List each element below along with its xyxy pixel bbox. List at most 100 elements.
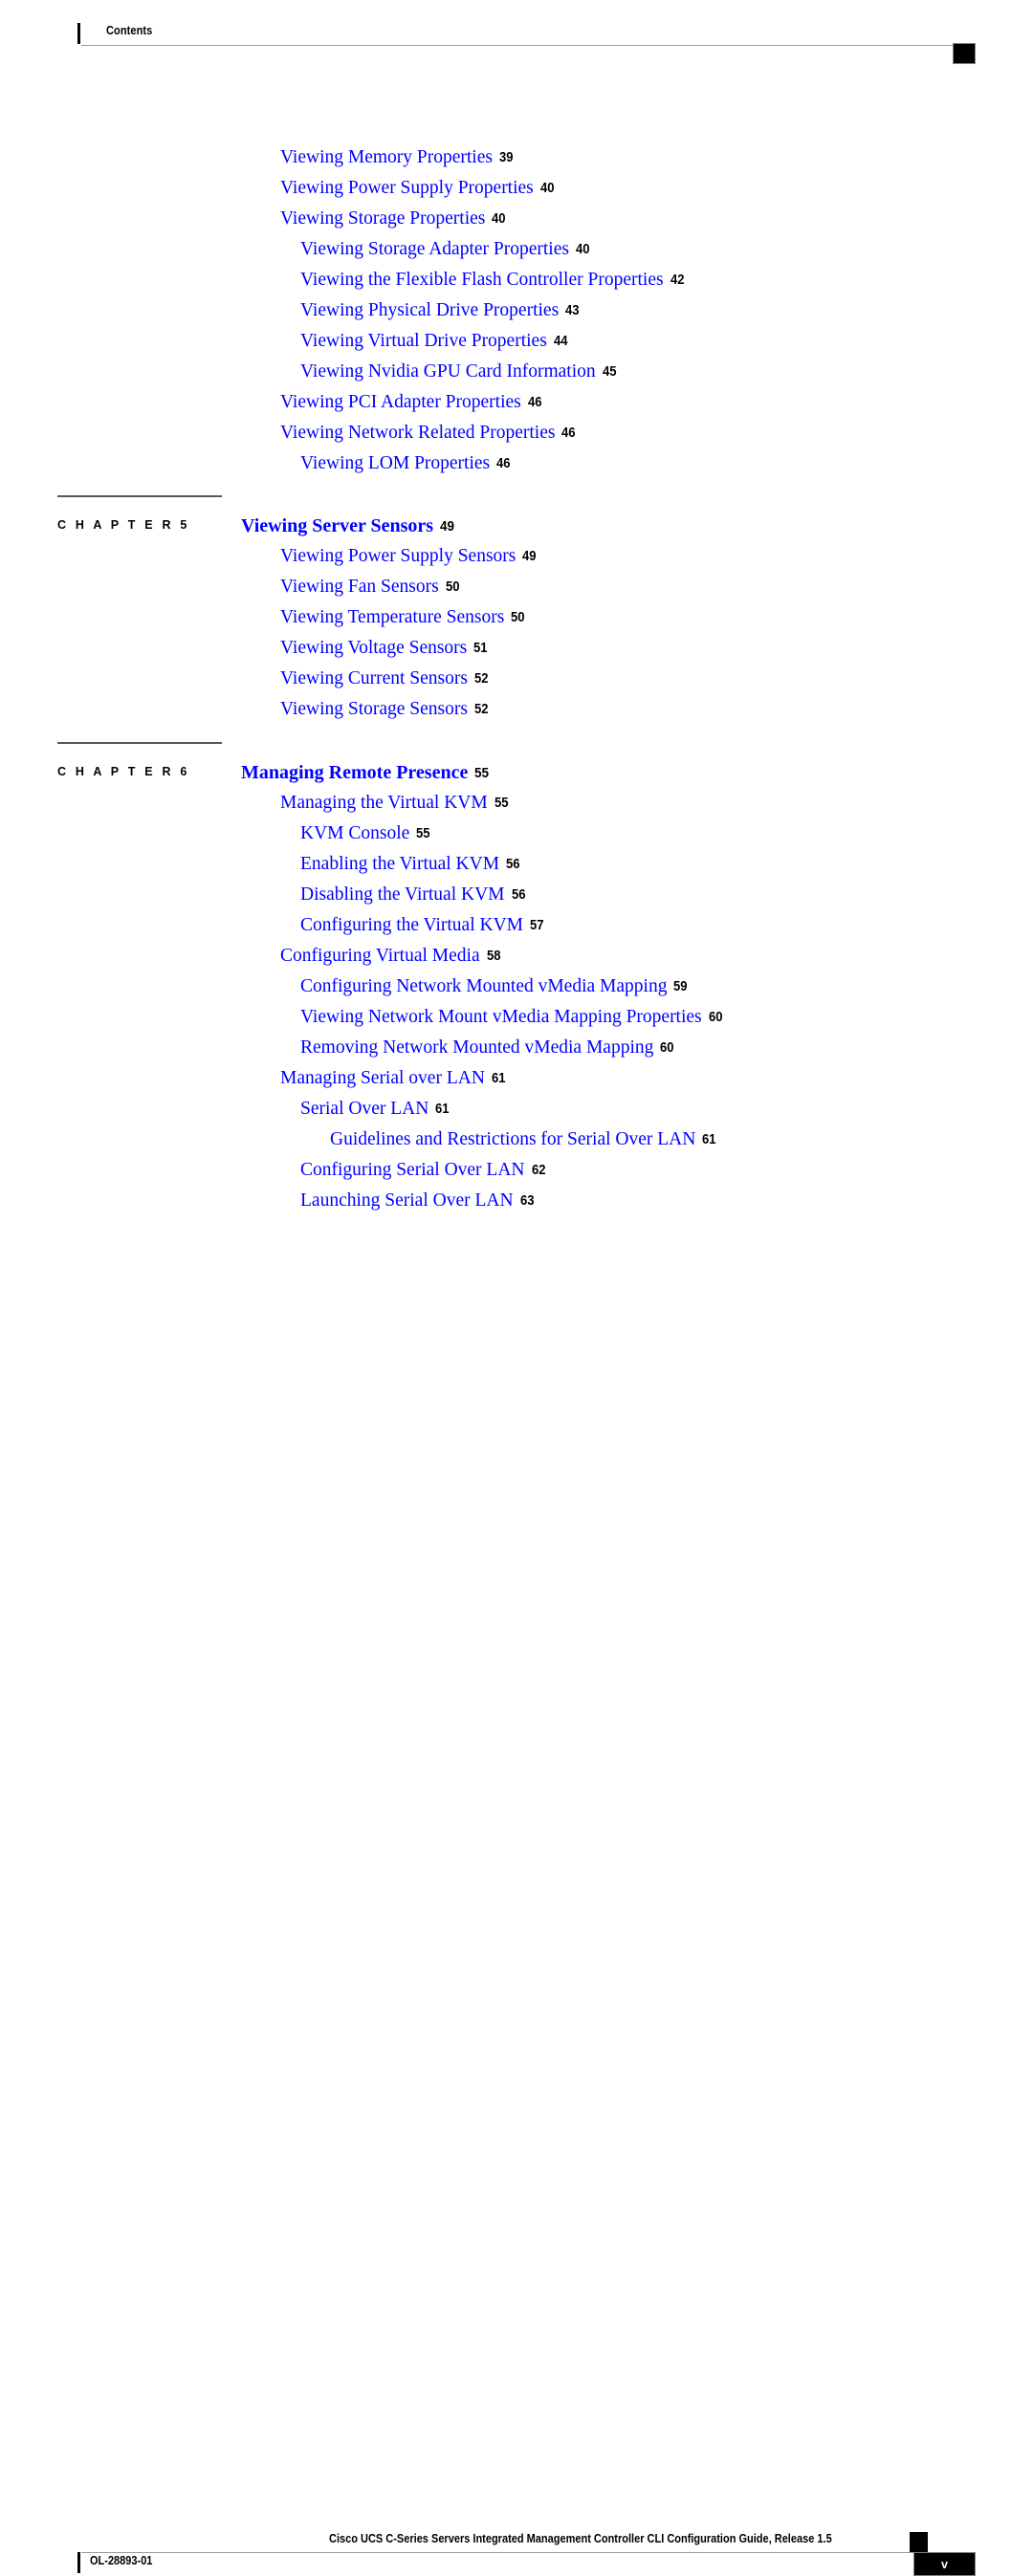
header-thumb-tab-marker <box>953 43 976 64</box>
toc-entry-label[interactable]: Viewing Temperature Sensors <box>280 607 504 627</box>
footer-tick-mark <box>77 2552 80 2573</box>
toc-entry-page-number: 46 <box>561 426 576 441</box>
chapter-page-number: 55 <box>474 765 490 781</box>
toc-entry-label[interactable]: Viewing Power Supply Properties <box>280 178 534 198</box>
chapter-toc-entry[interactable]: Viewing Server Sensors 49 <box>241 515 456 537</box>
footer-thumb-tab-marker <box>910 2532 928 2552</box>
toc-entry-page-number: 60 <box>660 1040 674 1056</box>
toc-entry[interactable]: Configuring Serial Over LAN 62 <box>300 1160 547 1181</box>
toc-entry[interactable]: Guidelines and Restrictions for Serial O… <box>330 1129 717 1150</box>
toc-entry[interactable]: KVM Console 55 <box>300 823 431 844</box>
toc-entry[interactable]: Launching Serial Over LAN 63 <box>300 1190 536 1212</box>
toc-entry-page-number: 49 <box>522 549 537 564</box>
footer-page-number: v <box>913 2552 976 2576</box>
toc-entry-label[interactable]: Viewing Nvidia GPU Card Information <box>300 361 596 382</box>
toc-entry-label[interactable]: Viewing Storage Properties <box>280 208 485 229</box>
toc-entry-label[interactable]: Viewing Storage Sensors <box>280 699 468 719</box>
toc-entry[interactable]: Enabling the Virtual KVM 56 <box>300 854 521 875</box>
chapter-page-number: 49 <box>440 518 455 535</box>
toc-entry[interactable]: Viewing PCI Adapter Properties 46 <box>280 392 543 413</box>
footer-divider-rule <box>81 2552 923 2553</box>
toc-entry-label[interactable]: Viewing Voltage Sensors <box>280 638 467 658</box>
toc-entry-page-number: 40 <box>539 181 555 196</box>
toc-entry[interactable]: Viewing Voltage Sensors 51 <box>280 638 489 659</box>
toc-entry[interactable]: Viewing LOM Properties 46 <box>300 453 512 474</box>
toc-entry-label[interactable]: Removing Network Mounted vMedia Mapping <box>300 1037 653 1058</box>
toc-entry[interactable]: Viewing Power Supply Sensors 49 <box>280 546 538 567</box>
toc-entry[interactable]: Viewing Physical Drive Properties 43 <box>300 300 581 321</box>
toc-entry[interactable]: Viewing Storage Properties 40 <box>280 208 508 229</box>
toc-entry[interactable]: Viewing Storage Sensors 52 <box>280 699 490 720</box>
page-header: Contents <box>0 0 1033 64</box>
toc-entry-page-number: 56 <box>506 857 520 872</box>
toc-entry[interactable]: Viewing Network Related Properties 46 <box>280 423 578 444</box>
toc-entry[interactable]: Viewing Network Mount vMedia Mapping Pro… <box>300 1007 724 1028</box>
toc-entry[interactable]: Viewing the Flexible Flash Controller Pr… <box>300 270 686 291</box>
toc-entry-label[interactable]: Viewing Fan Sensors <box>280 577 439 597</box>
toc-entry-label[interactable]: Viewing Power Supply Sensors <box>280 546 516 566</box>
toc-entry[interactable]: Disabling the Virtual KVM 56 <box>300 884 527 906</box>
toc-entry-label[interactable]: Viewing Network Mount vMedia Mapping Pro… <box>300 1007 702 1027</box>
toc-entry-label[interactable]: Enabling the Virtual KVM <box>300 854 499 874</box>
toc-entry-page-number: 42 <box>670 273 685 288</box>
toc-entry-page-number: 40 <box>575 242 590 257</box>
toc-entry[interactable]: Serial Over LAN 61 <box>300 1099 451 1120</box>
toc-entry[interactable]: Removing Network Mounted vMedia Mapping 6… <box>300 1037 676 1059</box>
toc-entry[interactable]: Managing the Virtual KVM 55 <box>280 793 510 814</box>
toc-entry[interactable]: Viewing Nvidia GPU Card Information 45 <box>300 361 618 382</box>
toc-entry[interactable]: Configuring Virtual Media 58 <box>280 946 502 967</box>
toc-entry-page-number: 46 <box>496 456 511 471</box>
toc-entry[interactable]: Viewing Power Supply Properties 40 <box>280 178 556 199</box>
toc-entry-label[interactable]: Configuring the Virtual KVM <box>300 915 523 935</box>
chapter-title-label[interactable]: Managing Remote Presence <box>241 762 468 783</box>
toc-entry[interactable]: Configuring the Virtual KVM 57 <box>300 915 545 936</box>
toc-entry[interactable]: Viewing Storage Adapter Properties 40 <box>300 239 591 260</box>
toc-entry[interactable]: Managing Serial over LAN 61 <box>280 1068 507 1089</box>
toc-entry-label[interactable]: Viewing Storage Adapter Properties <box>300 239 569 259</box>
toc-entry-label[interactable]: Viewing Physical Drive Properties <box>300 300 559 320</box>
toc-entry-label[interactable]: Configuring Virtual Media <box>280 946 480 966</box>
toc-entry-page-number: 52 <box>473 671 489 687</box>
toc-entry[interactable]: Viewing Fan Sensors 50 <box>280 577 461 598</box>
header-tick-mark <box>77 23 80 44</box>
toc-entry-label[interactable]: Serial Over LAN <box>300 1099 429 1119</box>
toc-entry-label[interactable]: Viewing the Flexible Flash Controller Pr… <box>300 270 664 290</box>
toc-entry-page-number: 50 <box>511 610 525 625</box>
toc-entry-label[interactable]: Guidelines and Restrictions for Serial O… <box>330 1129 695 1149</box>
toc-entry-page-number: 61 <box>702 1132 716 1147</box>
footer-book-title: Cisco UCS C-Series Servers Integrated Ma… <box>329 2532 832 2545</box>
toc-entry-label[interactable]: Disabling the Virtual KVM <box>300 884 505 905</box>
toc-entry-page-number: 62 <box>531 1163 546 1178</box>
chapter-title-label[interactable]: Viewing Server Sensors <box>241 515 433 536</box>
toc-entry-page-number: 55 <box>494 796 509 811</box>
toc-entry-label[interactable]: Managing the Virtual KVM <box>280 793 488 813</box>
toc-entry-label[interactable]: Managing Serial over LAN <box>280 1068 485 1088</box>
toc-entry-label[interactable]: Configuring Network Mounted vMedia Mappi… <box>300 976 667 996</box>
toc-entry-label[interactable]: Launching Serial Over LAN <box>300 1190 514 1211</box>
footer-document-id: OL-28893-01 <box>90 2554 153 2567</box>
toc-entry-page-number: 56 <box>511 887 526 903</box>
toc-entry-label[interactable]: Viewing LOM Properties <box>300 453 490 473</box>
toc-entry[interactable]: Viewing Memory Properties 39 <box>280 147 515 168</box>
chapter-toc-entry[interactable]: Managing Remote Presence 55 <box>241 762 491 784</box>
toc-entry-label[interactable]: Viewing Virtual Drive Properties <box>300 331 547 351</box>
toc-entry-page-number: 63 <box>519 1193 535 1209</box>
toc-entry-page-number: 39 <box>498 150 514 165</box>
toc-entry[interactable]: Viewing Current Sensors 52 <box>280 668 490 689</box>
toc-entry-page-number: 57 <box>530 918 544 933</box>
toc-entry-page-number: 58 <box>486 949 501 964</box>
toc-entry-label[interactable]: KVM Console <box>300 823 409 843</box>
toc-entry-label[interactable]: Viewing Current Sensors <box>280 668 468 688</box>
toc-entry[interactable]: Viewing Virtual Drive Properties 44 <box>300 331 569 352</box>
toc-entry-page-number: 51 <box>473 641 488 656</box>
toc-entry[interactable]: Viewing Temperature Sensors 50 <box>280 607 526 628</box>
toc-entry[interactable]: Configuring Network Mounted vMedia Mappi… <box>300 976 690 997</box>
toc-entry-label[interactable]: Viewing Memory Properties <box>280 147 493 167</box>
header-divider-rule <box>81 45 964 46</box>
toc-entry-label[interactable]: Configuring Serial Over LAN <box>300 1160 525 1180</box>
toc-entry-page-number: 59 <box>673 979 688 994</box>
toc-entry-page-number: 50 <box>445 579 460 595</box>
toc-entry-page-number: 45 <box>602 364 617 380</box>
toc-entry-label[interactable]: Viewing Network Related Properties <box>280 423 555 443</box>
toc-entry-label[interactable]: Viewing PCI Adapter Properties <box>280 392 521 412</box>
